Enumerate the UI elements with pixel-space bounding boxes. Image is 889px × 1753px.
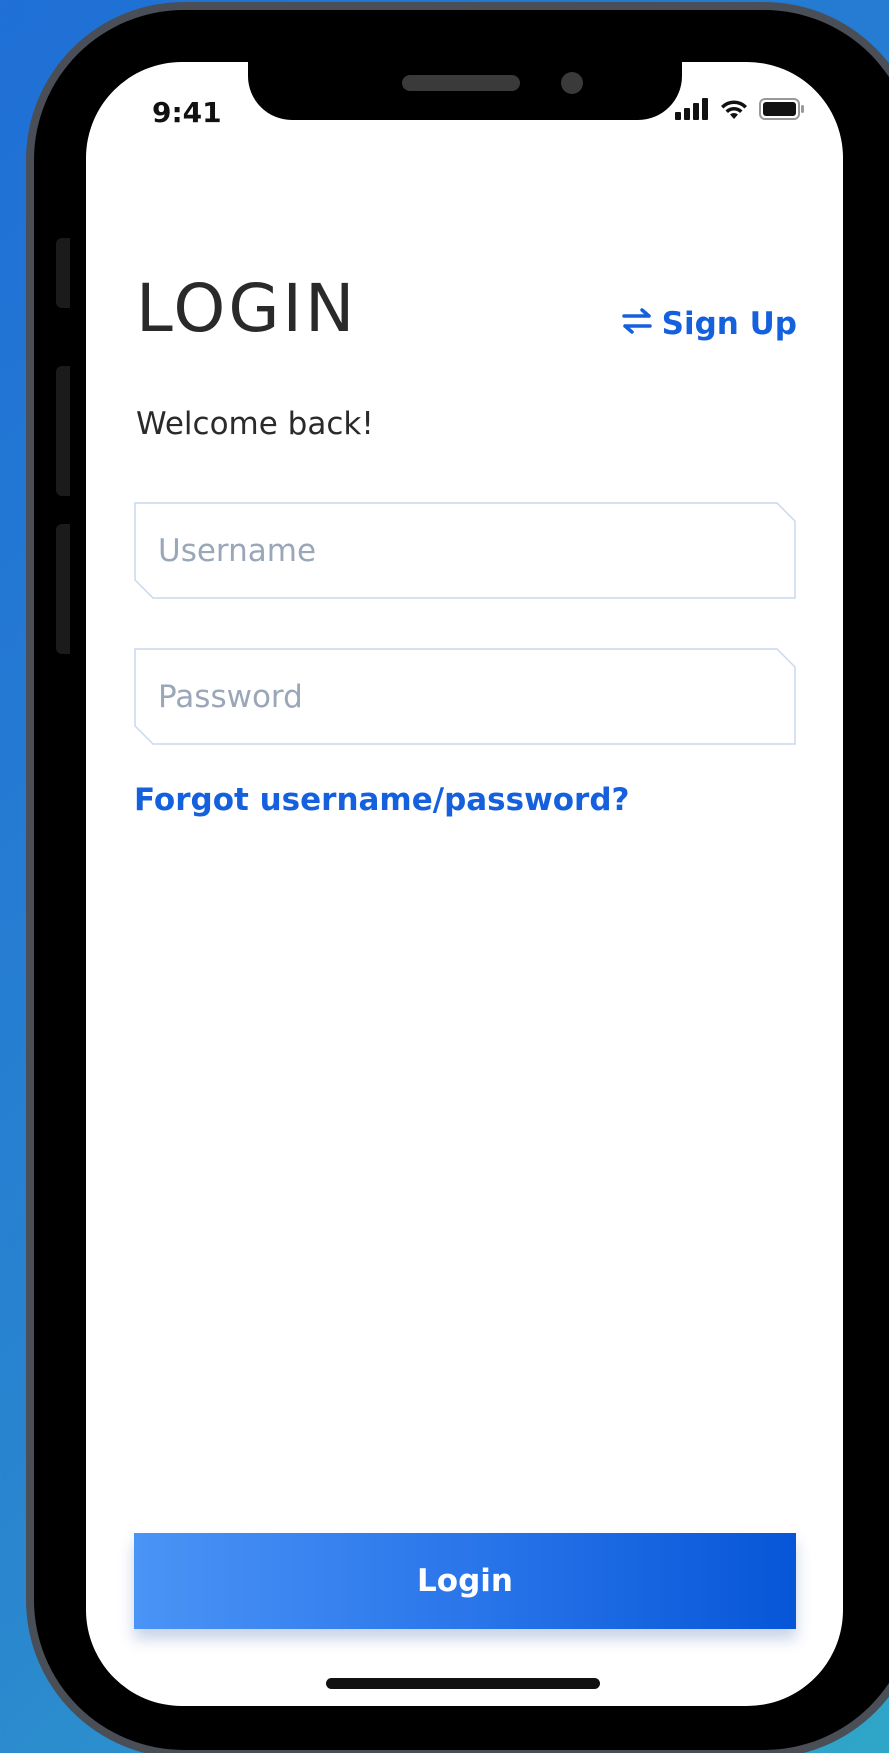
volume-down-button: [56, 524, 70, 654]
notch: [248, 62, 682, 120]
welcome-text: Welcome back!: [136, 406, 374, 442]
front-camera: [561, 72, 583, 94]
mute-switch: [56, 238, 70, 308]
username-field-wrapper: [134, 503, 794, 598]
volume-up-button: [56, 366, 70, 496]
speaker-grille: [402, 75, 520, 91]
signal-icon: [675, 98, 709, 124]
status-time: 9:41: [152, 96, 222, 129]
swap-arrows-icon: [621, 306, 652, 342]
phone-screen: 9:41 LOGIN Sign Up Welcome back! Usernam…: [86, 62, 843, 1706]
username-input[interactable]: [134, 503, 794, 598]
status-icons: [675, 98, 805, 124]
battery-icon: [759, 98, 805, 124]
password-field-wrapper: [134, 649, 794, 744]
home-indicator[interactable]: [326, 1678, 600, 1689]
forgot-credentials-link[interactable]: Forgot username/password?: [134, 782, 630, 818]
page-title: LOGIN: [136, 270, 358, 347]
password-input[interactable]: [134, 649, 794, 744]
login-button[interactable]: Login: [134, 1533, 796, 1629]
signup-link[interactable]: Sign Up: [621, 306, 797, 342]
wifi-icon: [719, 98, 749, 124]
signup-label: Sign Up: [661, 306, 797, 342]
